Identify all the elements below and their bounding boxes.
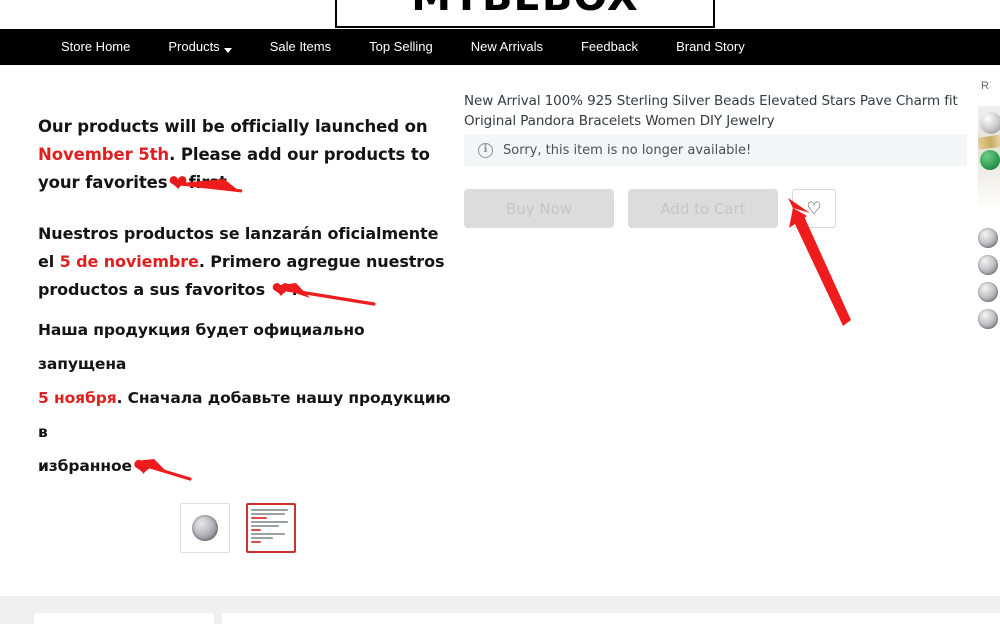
list-item[interactable]	[978, 282, 998, 302]
promo-es-line-1: Nuestros productos se lanzarán oficialme…	[38, 224, 439, 243]
info-circle-icon: i	[478, 142, 493, 158]
product-action-row: Buy Now Add to Cart ♡	[464, 189, 836, 228]
promo-en-line-1: Our products will be officially launched…	[38, 117, 428, 136]
product-title: New Arrival 100% 925 Sterling Silver Bea…	[464, 93, 958, 129]
promo-es-line-2-lead: el	[38, 252, 60, 271]
store-header: MYBEBOX	[0, 0, 1000, 31]
promo-en-line-3-text: your favorites	[38, 173, 168, 192]
bead-icon	[980, 112, 1000, 134]
store-logo-text: MYBEBOX	[411, 0, 639, 17]
recommendation-item-list	[978, 228, 1000, 329]
page-root: MYBEBOX Store Home Products Sale Items T…	[0, 0, 1000, 624]
nav-item-label: New Arrivals	[470, 39, 543, 54]
recommendation-rail-title: R	[981, 80, 989, 92]
promo-en-line-2: November 5th. Please add our products to	[38, 141, 458, 169]
promo-es-line-2: el 5 de noviembre. Primero agregue nuest…	[38, 248, 458, 276]
promo-en-date: November 5th	[38, 145, 170, 164]
promo-text-russian: Наша продукция будет официально запущена…	[38, 313, 458, 483]
green-bead-icon	[980, 150, 1000, 170]
promo-ru-line-3: избранное❤	[38, 449, 458, 483]
promo-es-line-3: productos a sus favoritos ❤.	[38, 276, 458, 306]
thumb-line	[251, 509, 288, 511]
unavailable-notice-text: Sorry, this item is no longer available!	[503, 142, 752, 158]
promo-es-line-2-rest: . Primero agregue nuestros	[198, 252, 445, 271]
promo-text-english: Our products will be officially launched…	[38, 113, 458, 197]
promo-es-line-3-tail: .	[291, 280, 298, 299]
unavailable-notice: i Sorry, this item is no longer availabl…	[464, 134, 967, 166]
nav-item-label: Top Selling	[369, 39, 433, 54]
promo-en-line-3-tail: first.	[188, 173, 233, 192]
add-to-cart-button[interactable]: Add to Cart	[628, 189, 778, 228]
nav-item-label: Store Home	[61, 39, 131, 54]
store-nav-bar: Store Home Products Sale Items Top Selli…	[0, 29, 1000, 65]
chevron-down-icon	[223, 47, 232, 53]
promo-ru-line-1: Наша продукция будет официально запущена	[38, 321, 365, 373]
heart-outline-icon: ♡	[806, 199, 822, 218]
list-item[interactable]	[978, 255, 998, 275]
promo-text-thumbnail[interactable]	[246, 503, 296, 553]
promo-ru-date: 5 ноября	[38, 389, 117, 407]
promo-ru-line-2: 5 ноября. Сначала добавьте нашу продукци…	[38, 381, 458, 449]
list-item[interactable]	[978, 309, 998, 329]
thumb-line	[251, 521, 288, 523]
charm-bead-image	[192, 515, 218, 541]
thumb-line	[251, 517, 267, 519]
promo-es-line-3-text: productos a sus favoritos	[38, 280, 265, 299]
nav-item-brand-story[interactable]: Brand Story	[657, 29, 764, 65]
product-photo-thumbnail[interactable]	[180, 503, 230, 553]
thumb-line	[251, 513, 285, 515]
thumb-line	[251, 533, 285, 535]
promo-text-spanish: Nuestros productos se lanzarán oficialme…	[38, 220, 458, 306]
nav-item-label: Sale Items	[269, 39, 332, 54]
recommendation-rail: R	[978, 80, 1000, 400]
promo-announcement-panel: Our products will be officially launched…	[0, 65, 455, 495]
nav-item-new-arrivals[interactable]: New Arrivals	[452, 29, 562, 65]
nav-item-top-selling[interactable]: Top Selling	[350, 29, 452, 65]
nav-item-feedback[interactable]: Feedback	[562, 29, 657, 65]
list-item[interactable]	[978, 228, 998, 248]
thumb-line	[251, 541, 261, 543]
thumb-line	[251, 537, 273, 539]
recommendation-hero-image[interactable]	[978, 106, 1000, 206]
promo-en-line-3: your favorites❤first.	[38, 169, 458, 197]
wishlist-heart-button[interactable]: ♡	[792, 189, 836, 228]
buy-now-button[interactable]: Buy Now	[464, 189, 614, 228]
bottom-panel-placeholder	[222, 613, 1000, 624]
promo-ru-line-3-text: избранное	[38, 457, 132, 475]
nav-item-label: Products	[168, 39, 220, 54]
nav-item-label: Feedback	[580, 39, 639, 54]
thumb-line	[251, 529, 261, 531]
nav-item-store-home[interactable]: Store Home	[42, 29, 149, 65]
gold-chain-icon	[978, 134, 1000, 150]
product-thumbnail-strip	[180, 503, 296, 553]
promo-en-line-2-rest: . Please add our products to	[169, 145, 430, 164]
store-logo[interactable]: MYBEBOX	[335, 0, 715, 28]
bottom-tab-placeholder[interactable]	[34, 613, 214, 624]
product-detail-pane: New Arrival 100% 925 Sterling Silver Bea…	[455, 65, 975, 495]
nav-item-sale-items[interactable]: Sale Items	[251, 29, 350, 65]
nav-item-label: Brand Story	[676, 39, 745, 54]
thumb-line	[251, 525, 279, 527]
nav-item-products[interactable]: Products	[149, 29, 250, 65]
promo-thumbnail-lines	[248, 505, 294, 551]
promo-es-date: 5 de noviembre	[59, 252, 199, 271]
